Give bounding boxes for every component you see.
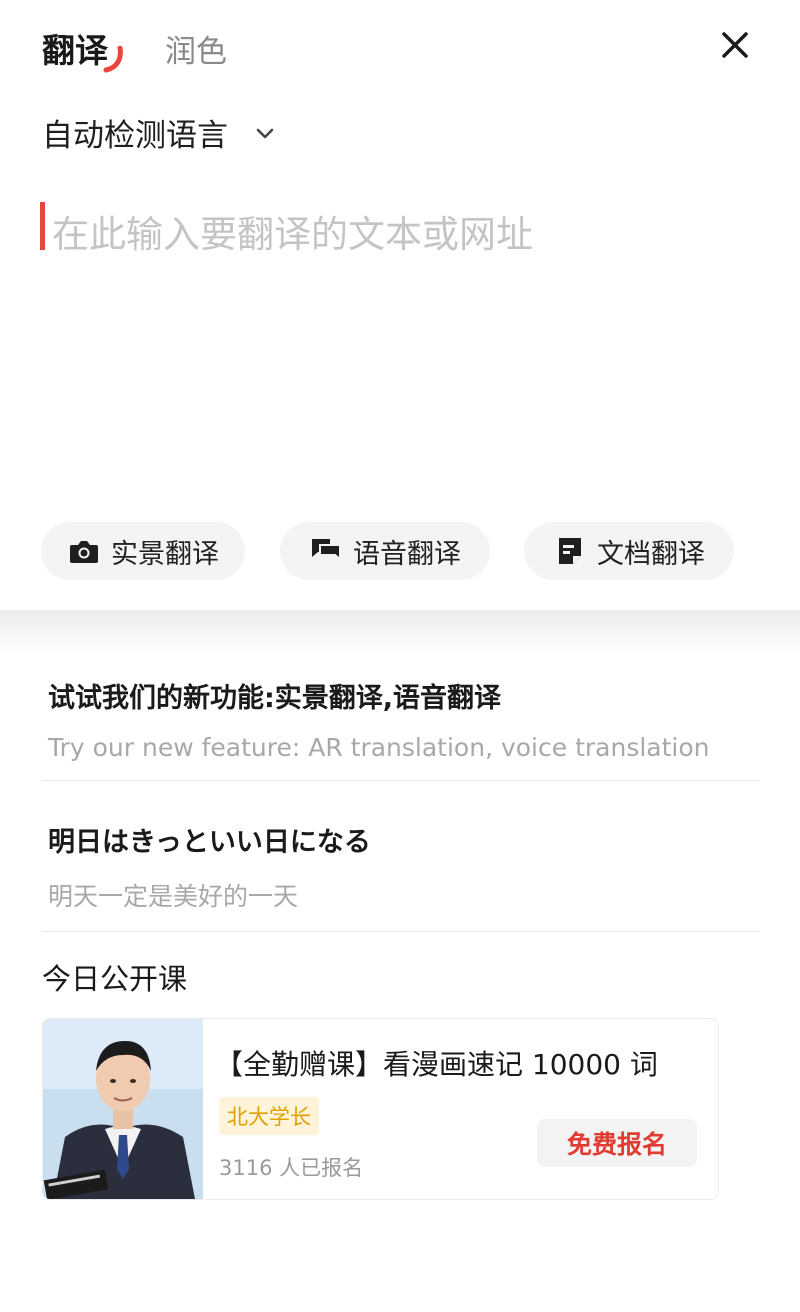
suggestion-item[interactable]: 明日はきっといい日になる 明天一定是美好的一天 bbox=[42, 820, 760, 932]
text-cursor bbox=[40, 202, 45, 250]
suggestion-text: 试试我们的新功能:实景翻译,语音翻译 bbox=[48, 683, 502, 714]
course-title: 【全勤赠课】看漫画速记 10000 词 bbox=[215, 1048, 658, 1081]
tab-polish[interactable]: 润色 bbox=[165, 26, 227, 71]
divider bbox=[42, 780, 760, 781]
active-tab-indicator bbox=[103, 46, 123, 73]
section-divider bbox=[0, 610, 800, 654]
suggestion-translation: Try our new feature: AR translation, voi… bbox=[48, 733, 710, 762]
chat-bubbles-icon bbox=[312, 539, 341, 562]
section-title: 今日公开课 bbox=[42, 962, 188, 996]
voice-translate-button[interactable]: 语音翻译 bbox=[280, 522, 490, 580]
enrolled-count: 3116 人已报名 bbox=[219, 1156, 364, 1180]
feature-label: 实景翻译 bbox=[111, 538, 219, 570]
suggestion-translation: 明天一定是美好的一天 bbox=[48, 882, 299, 911]
suggestion-item[interactable]: 试试我们的新功能:实景翻译,语音翻译 Try our new feature: … bbox=[42, 676, 760, 781]
language-label: 自动检测语言 bbox=[42, 118, 228, 154]
course-tag: 北大学长 bbox=[219, 1097, 319, 1135]
document-icon bbox=[559, 538, 581, 564]
divider bbox=[42, 931, 760, 932]
course-card[interactable]: 【全勤赠课】看漫画速记 10000 词 北大学长 3116 人已报名 免费报名 bbox=[42, 1018, 719, 1200]
translate-input[interactable]: 在此输入要翻译的文本或网址 bbox=[52, 204, 752, 484]
doc-translate-button[interactable]: 文档翻译 bbox=[524, 522, 734, 580]
chevron-down-icon bbox=[256, 128, 274, 138]
camera-icon bbox=[70, 541, 98, 563]
feature-label: 语音翻译 bbox=[353, 538, 461, 570]
course-instructor-photo bbox=[43, 1019, 203, 1199]
language-selector[interactable]: 自动检测语言 bbox=[42, 110, 276, 155]
free-signup-button[interactable]: 免费报名 bbox=[537, 1119, 697, 1167]
close-icon[interactable] bbox=[718, 28, 752, 62]
suggestion-text: 明日はきっといい日になる bbox=[48, 827, 371, 858]
ar-translate-button[interactable]: 实景翻译 bbox=[41, 522, 245, 580]
feature-label: 文档翻译 bbox=[597, 538, 705, 570]
tab-translate[interactable]: 翻译 bbox=[42, 24, 108, 72]
